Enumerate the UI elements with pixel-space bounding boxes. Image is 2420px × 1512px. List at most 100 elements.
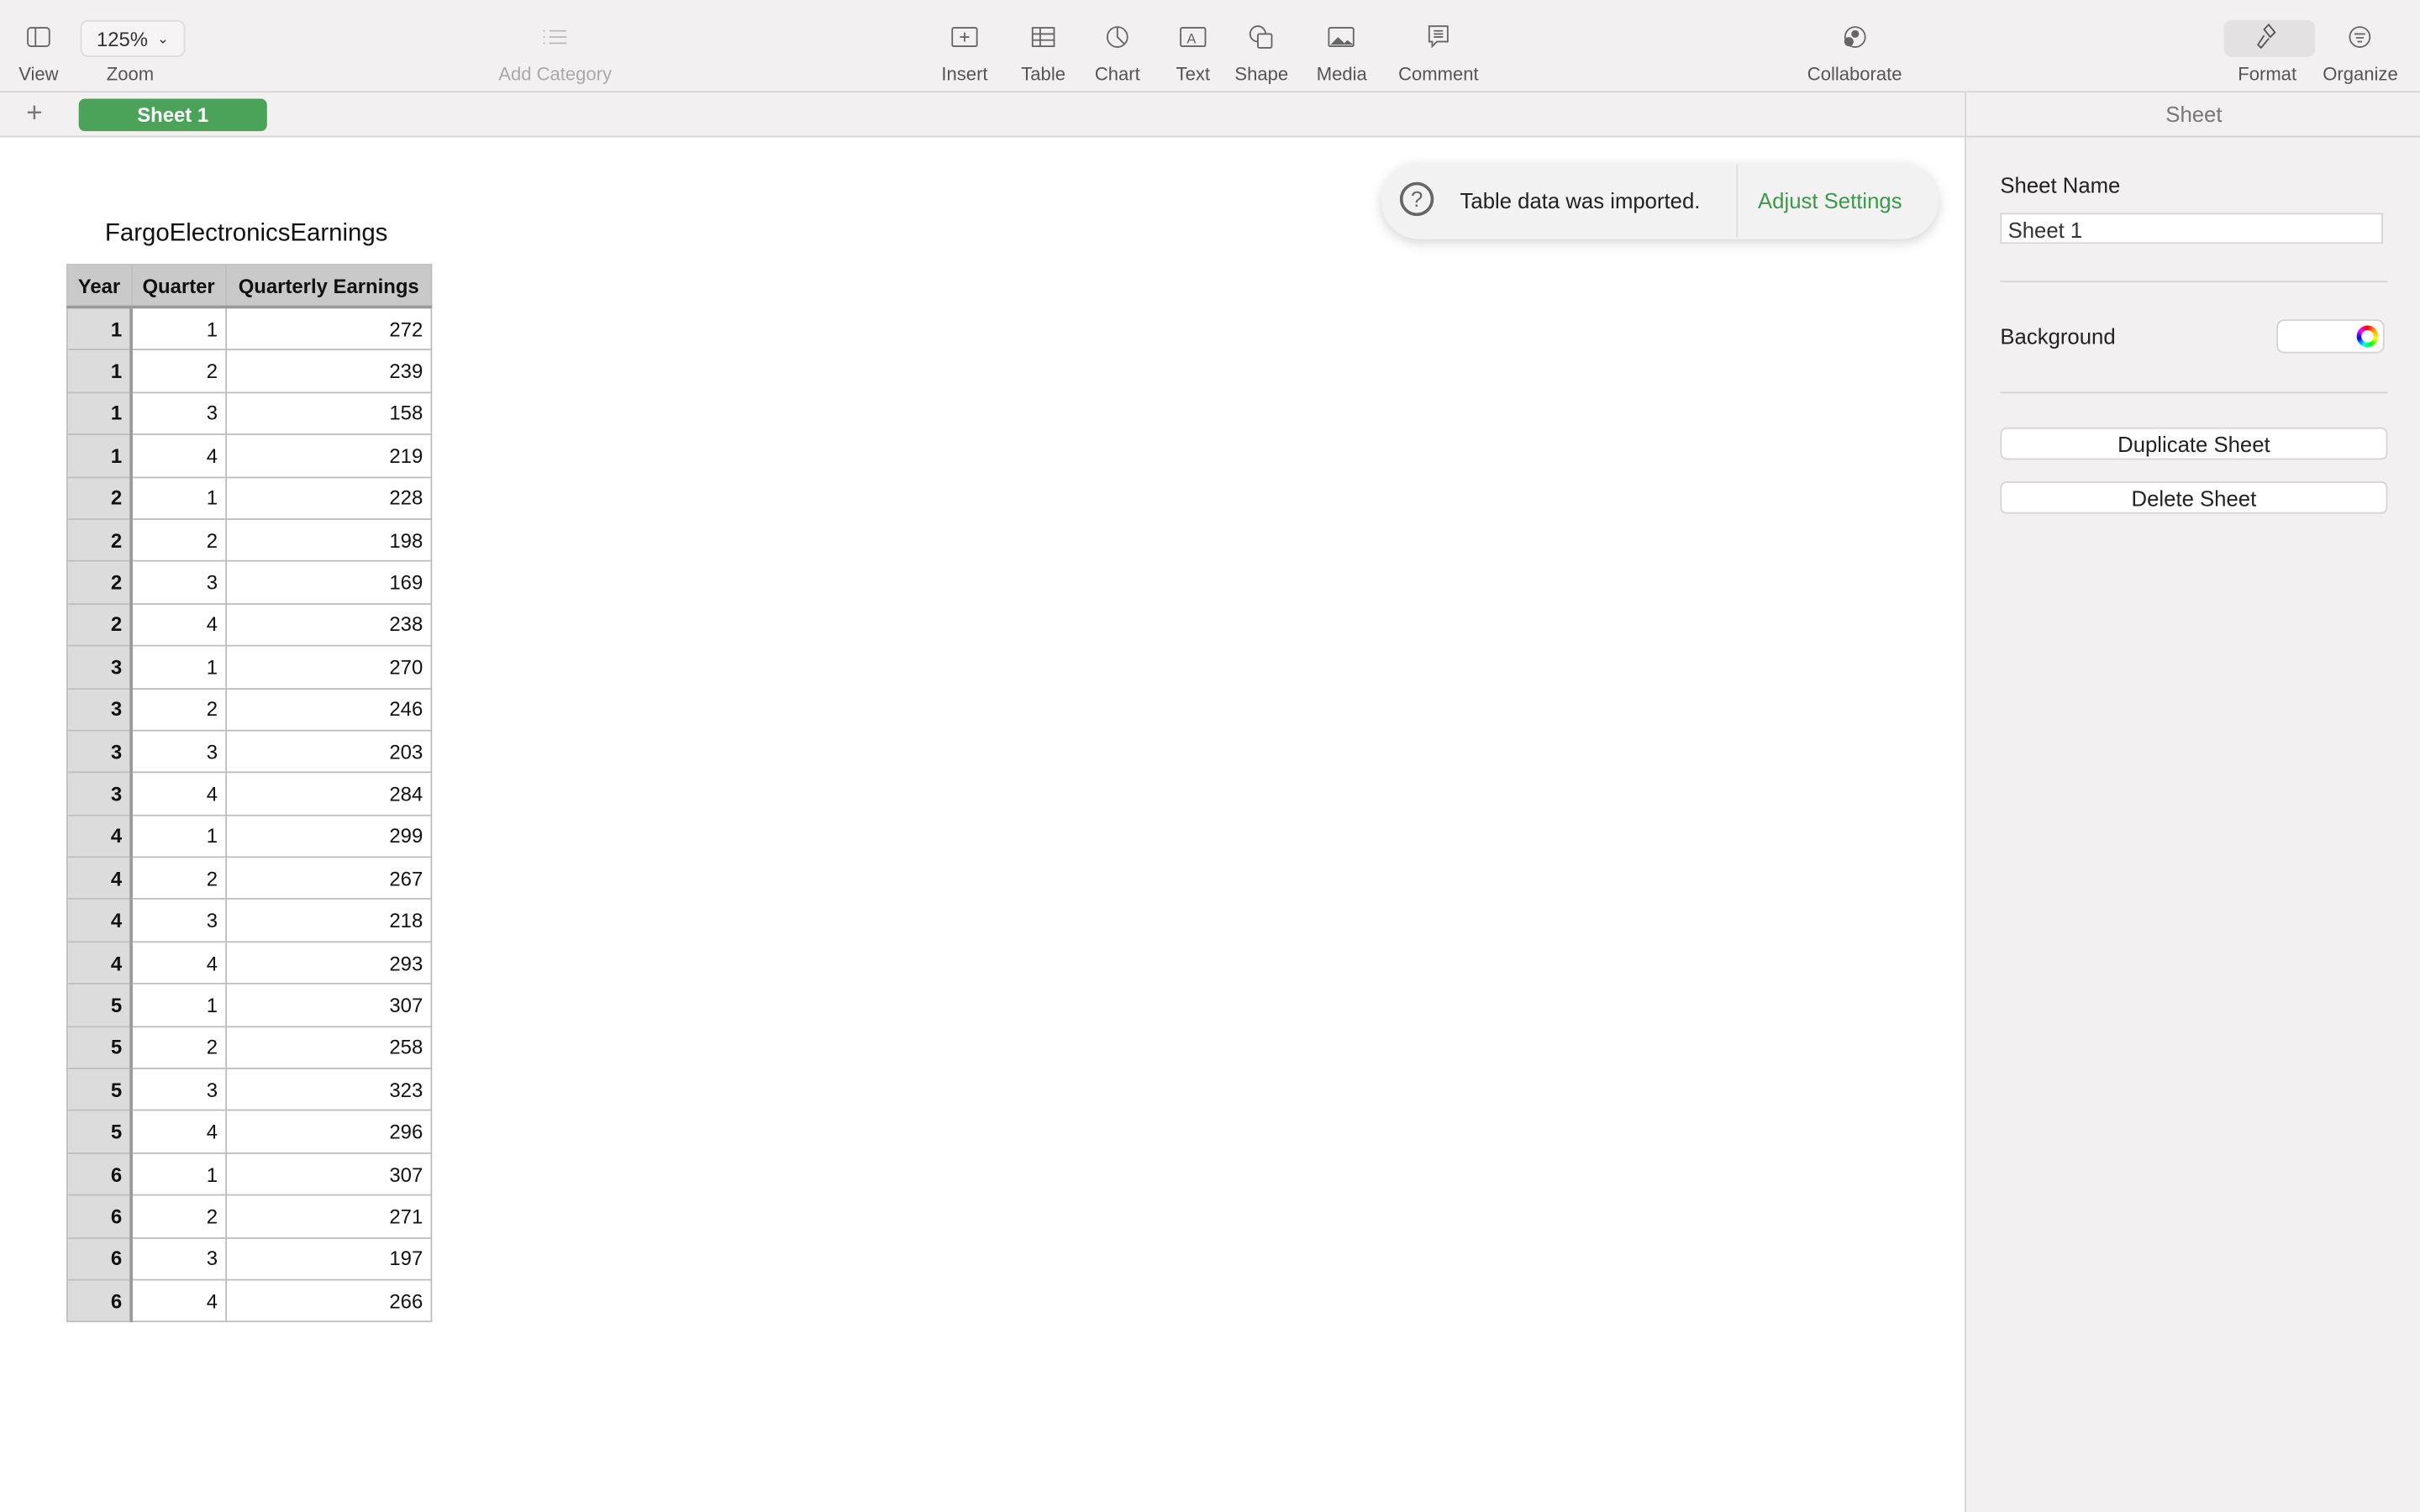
earnings-cell[interactable]: 293 <box>225 941 433 985</box>
year-cell[interactable]: 5 <box>66 1068 133 1112</box>
earnings-cell[interactable]: 198 <box>225 518 433 563</box>
year-cell[interactable]: 3 <box>66 687 133 732</box>
add-sheet-button[interactable]: + <box>26 97 42 130</box>
year-cell[interactable]: 6 <box>66 1194 133 1239</box>
earnings-cell[interactable]: 284 <box>225 771 433 816</box>
year-cell[interactable]: 3 <box>66 771 133 816</box>
quarter-cell[interactable]: 4 <box>130 602 227 647</box>
earnings-cell[interactable]: 219 <box>225 433 433 478</box>
quarter-cell[interactable]: 2 <box>130 349 227 393</box>
quarter-cell[interactable]: 4 <box>130 1278 227 1323</box>
column-header[interactable]: Quarter <box>130 264 227 309</box>
view-button[interactable]: View <box>15 18 61 85</box>
delete-sheet-button[interactable]: Delete Sheet <box>2000 481 2388 514</box>
earnings-cell[interactable]: 228 <box>225 475 433 520</box>
earnings-cell[interactable]: 307 <box>225 1152 433 1196</box>
quarter-cell[interactable]: 2 <box>130 518 227 563</box>
collaborate-button[interactable]: Collaborate <box>1807 18 1902 85</box>
earnings-cell[interactable]: 270 <box>225 644 433 690</box>
quarter-cell[interactable]: 1 <box>130 983 227 1027</box>
insert-button[interactable]: Insert <box>941 18 988 85</box>
color-wheel-icon[interactable] <box>2356 325 2379 348</box>
year-cell[interactable]: 3 <box>66 729 133 774</box>
add-category-button[interactable]: Add Category <box>498 18 612 85</box>
year-cell[interactable]: 5 <box>66 1110 133 1154</box>
shape-button[interactable]: Shape <box>1234 18 1288 85</box>
quarter-cell[interactable]: 2 <box>130 1025 227 1069</box>
earnings-cell[interactable]: 323 <box>225 1068 433 1112</box>
quarter-cell[interactable]: 2 <box>130 856 227 900</box>
year-cell[interactable]: 6 <box>66 1152 133 1196</box>
quarter-cell[interactable]: 2 <box>130 1194 227 1239</box>
quarter-cell[interactable]: 4 <box>130 433 227 478</box>
earnings-cell[interactable]: 246 <box>225 687 433 732</box>
quarter-cell[interactable]: 1 <box>130 306 227 351</box>
quarter-cell[interactable]: 1 <box>130 1152 227 1196</box>
quarter-cell[interactable]: 3 <box>130 898 227 942</box>
earnings-cell[interactable]: 203 <box>225 729 433 774</box>
quarter-cell[interactable]: 1 <box>130 814 227 858</box>
background-color-well[interactable] <box>2276 319 2385 354</box>
earnings-cell[interactable]: 218 <box>225 898 433 942</box>
year-cell[interactable]: 4 <box>66 856 133 900</box>
year-cell[interactable]: 5 <box>66 983 133 1027</box>
quarter-cell[interactable]: 3 <box>130 1068 227 1112</box>
zoom-dropdown[interactable]: 125% ⌄ <box>80 19 186 57</box>
earnings-cell[interactable]: 267 <box>225 856 433 900</box>
chart-button[interactable]: Chart <box>1094 18 1140 85</box>
quarter-cell[interactable]: 1 <box>130 644 227 690</box>
media-button[interactable]: Media <box>1317 18 1367 85</box>
year-cell[interactable]: 3 <box>66 644 133 690</box>
quarter-cell[interactable]: 2 <box>130 687 227 732</box>
year-cell[interactable]: 2 <box>66 518 133 563</box>
organize-button[interactable]: Organize <box>2323 18 2398 85</box>
year-cell[interactable]: 4 <box>66 898 133 942</box>
year-cell[interactable]: 4 <box>66 941 133 985</box>
year-cell[interactable]: 5 <box>66 1025 133 1069</box>
earnings-cell[interactable]: 272 <box>225 306 433 351</box>
adjust-settings-button[interactable]: Adjust Settings <box>1758 188 1902 213</box>
earnings-cell[interactable]: 169 <box>225 560 433 605</box>
quarter-cell[interactable]: 3 <box>130 1236 227 1281</box>
earnings-cell[interactable]: 271 <box>225 1194 433 1239</box>
comment-button[interactable]: Comment <box>1398 18 1479 85</box>
sidebar-tab-sheet[interactable]: Sheet <box>1965 92 2420 138</box>
quarter-cell[interactable]: 4 <box>130 771 227 816</box>
earnings-cell[interactable]: 299 <box>225 814 433 858</box>
year-cell[interactable]: 4 <box>66 814 133 858</box>
year-cell[interactable]: 2 <box>66 560 133 605</box>
earnings-cell[interactable]: 296 <box>225 1110 433 1154</box>
earnings-cell[interactable]: 238 <box>225 602 433 647</box>
format-button[interactable]: Format <box>2238 18 2296 85</box>
year-cell[interactable]: 1 <box>66 306 133 351</box>
earnings-cell[interactable]: 258 <box>225 1025 433 1069</box>
year-cell[interactable]: 1 <box>66 433 133 478</box>
earnings-cell[interactable]: 158 <box>225 391 433 436</box>
column-header[interactable]: Quarterly Earnings <box>225 264 433 309</box>
tab-sheet-1[interactable]: Sheet 1 <box>78 98 267 132</box>
year-cell[interactable]: 2 <box>66 602 133 647</box>
earnings-cell[interactable]: 197 <box>225 1236 433 1281</box>
table-button[interactable]: Table <box>1020 18 1066 85</box>
text-button[interactable]: A Text <box>1170 18 1216 85</box>
sheet-name-input[interactable]: Sheet 1 <box>2000 213 2383 244</box>
year-cell[interactable]: 6 <box>66 1236 133 1281</box>
year-cell[interactable]: 1 <box>66 349 133 393</box>
table-title[interactable]: FargoElectronicsEarnings <box>105 221 387 249</box>
quarter-cell[interactable]: 4 <box>130 941 227 985</box>
earnings-cell[interactable]: 307 <box>225 983 433 1027</box>
earnings-table[interactable]: Year Quarter Quarterly Earnings 1 1 272 1 2 239… <box>66 264 433 1323</box>
duplicate-sheet-button[interactable]: Duplicate Sheet <box>2000 427 2388 460</box>
year-cell[interactable]: 6 <box>66 1278 133 1323</box>
quarter-cell[interactable]: 3 <box>130 391 227 436</box>
quarter-cell[interactable]: 4 <box>130 1110 227 1154</box>
year-cell[interactable]: 2 <box>66 475 133 520</box>
year-cell[interactable]: 1 <box>66 391 133 436</box>
earnings-cell[interactable]: 266 <box>225 1278 433 1323</box>
help-icon[interactable]: ? <box>1399 181 1434 217</box>
quarter-cell[interactable]: 1 <box>130 475 227 520</box>
column-header[interactable]: Year <box>66 264 133 309</box>
quarter-cell[interactable]: 3 <box>130 560 227 605</box>
quarter-cell[interactable]: 3 <box>130 729 227 774</box>
earnings-cell[interactable]: 239 <box>225 349 433 393</box>
